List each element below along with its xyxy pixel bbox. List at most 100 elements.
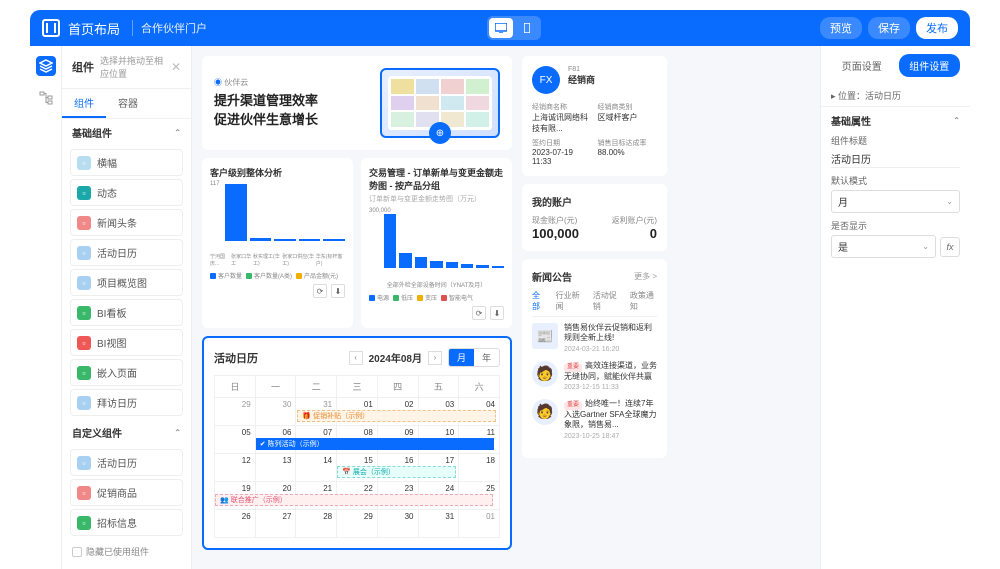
news-item-date: 2023-10-25 18:47: [564, 433, 657, 440]
component-icon: ▫: [77, 216, 91, 230]
banner-illustration: ⊕: [380, 68, 500, 138]
component-item[interactable]: ▫ 横幅: [70, 149, 183, 176]
news-title: 新闻公告: [532, 269, 572, 284]
layers-icon[interactable]: [36, 56, 56, 76]
component-icon: ▫: [77, 186, 91, 200]
component-label: 拜访日历: [97, 395, 137, 410]
news-tab[interactable]: 活动促销: [593, 290, 620, 312]
calendar-widget[interactable]: 活动日历 ‹ 2024年08月 › 月 年 日一二三四五六: [202, 336, 512, 550]
component-icon: ▫: [77, 486, 91, 500]
company-name: 上海诚讯网络科技有限...: [532, 112, 592, 134]
component-label: BI看板: [97, 305, 126, 320]
save-button[interactable]: 保存: [868, 17, 910, 39]
company-type-label: 经销商: [568, 73, 657, 86]
device-toggle: [487, 16, 541, 40]
calendar-title: 活动日历: [214, 350, 258, 366]
news-item-title: 重要始终唯一！连续7年入选Gartner SFA全球魔力象限，销售易...: [564, 399, 657, 431]
component-item[interactable]: ▫活动日历: [70, 239, 183, 266]
publish-button[interactable]: 发布: [916, 17, 958, 39]
news-more-link[interactable]: 更多 >: [634, 271, 657, 282]
tab-widget-settings[interactable]: 组件设置: [899, 54, 961, 77]
chart-refresh-button[interactable]: ⟳: [313, 284, 327, 298]
news-widget[interactable]: 新闻公告 更多 > 全部行业新闻活动促销政策通知 📰销售易伙伴云促销和返利规则全新…: [522, 259, 667, 458]
component-label: 促销商品: [97, 485, 137, 500]
tab-components[interactable]: 组件: [62, 89, 106, 118]
view-month-button[interactable]: 月: [449, 349, 474, 366]
component-label: 嵌入页面: [97, 365, 137, 380]
news-item-title: 重要高效连接渠道，业务无缝协同，赋能伙伴共赢: [564, 361, 657, 382]
prev-month-button[interactable]: ‹: [349, 351, 363, 365]
group-basic-header[interactable]: 基础组件⌃: [62, 119, 191, 146]
component-label: 新闻头条: [97, 215, 137, 230]
left-rail: [30, 46, 62, 569]
component-item[interactable]: ▫BI看板: [70, 299, 183, 326]
component-label: BI视图: [97, 335, 126, 350]
balance-value: 100,000: [532, 226, 579, 241]
tree-icon[interactable]: [36, 88, 56, 108]
breadcrumb: ▸ 位置：活动日历: [821, 85, 970, 107]
hide-used-toggle[interactable]: 隐藏已使用组件: [62, 539, 191, 564]
desktop-view-button[interactable]: [489, 18, 513, 38]
default-mode-select[interactable]: 月⌄: [831, 190, 960, 213]
component-label: 横幅: [97, 155, 117, 170]
news-item[interactable]: 🧑 重要高效连接渠道，业务无缝协同，赋能伙伴共赢 2023-12-15 11:33: [532, 361, 657, 391]
component-icon: ▫: [77, 366, 91, 380]
design-canvas: 伙伴云 提升渠道管理效率 促进伙伴生意增长 ⊕ 客户级别整体分析 117: [192, 46, 820, 569]
fx-button[interactable]: fx: [940, 237, 960, 257]
chart-order-trend[interactable]: 交易管理 - 订单新单与变更金额走势图 - 按产品分组 订单新单与变更金额走势图…: [361, 158, 512, 328]
component-icon: ▫: [77, 276, 91, 290]
component-item[interactable]: ▫BI视图: [70, 329, 183, 356]
news-tab[interactable]: 全部: [532, 290, 546, 312]
news-item[interactable]: 📰销售易伙伴云促销和返利规则全新上线!2024-03-21 16:20: [532, 323, 657, 353]
prop-label: 默认模式: [831, 174, 960, 187]
news-tab[interactable]: 行业新闻: [556, 290, 583, 312]
chart-refresh-button[interactable]: ⟳: [472, 306, 486, 320]
component-item[interactable]: ▫项目概览图: [70, 269, 183, 296]
component-item[interactable]: ▫招标信息: [70, 509, 183, 536]
company-info-widget[interactable]: FX F81 经销商 经销商名称上海诚讯网络科技有限... 经销商类别区域杆客户…: [522, 56, 667, 176]
calendar-grid: 日一二三四五六 2930 31 01🎁促销补贴（示例） 020304 05 06…: [214, 375, 500, 538]
view-year-button[interactable]: 年: [474, 349, 499, 366]
label: 销售目标达成率: [598, 138, 658, 148]
mobile-view-button[interactable]: [515, 18, 539, 38]
label: 经销商名称: [532, 102, 592, 112]
tab-containers[interactable]: 容器: [106, 89, 150, 118]
page-title: 首页布局: [68, 19, 120, 38]
chart-download-button[interactable]: ⬇: [490, 306, 504, 320]
target-rate: 88.00%: [598, 148, 658, 157]
component-item[interactable]: ▫活动日历: [70, 449, 183, 476]
component-icon: ▫: [77, 156, 91, 170]
account-widget[interactable]: 我的账户 现金账户(元)100,000 返利账户(元)0: [522, 184, 667, 251]
next-month-button[interactable]: ›: [428, 351, 442, 365]
group-custom-header[interactable]: 自定义组件⌃: [62, 419, 191, 446]
component-item[interactable]: ▫ 促销商品: [70, 479, 183, 506]
component-item[interactable]: ▫ 嵌入页面: [70, 359, 183, 386]
news-item[interactable]: 🧑重要始终唯一！连续7年入选Gartner SFA全球魔力象限，销售易...20…: [532, 399, 657, 440]
calendar-icon: 📅: [342, 468, 351, 476]
preview-button[interactable]: 预览: [820, 17, 862, 39]
properties-panel: 页面设置 组件设置 ▸ 位置：活动日历 基础属性⌃ 组件标题 默认模式 月⌄ 是…: [820, 46, 970, 569]
chart-subtitle: 订单新单与变更金额走势图（万元）: [369, 194, 504, 204]
rebate-label: 返利账户(元): [612, 215, 657, 226]
prop-group-header[interactable]: 基础属性⌃: [831, 113, 960, 128]
visibility-select[interactable]: 是⌄: [831, 235, 936, 258]
component-label: 活动日历: [97, 245, 137, 260]
banner-line2: 促进伙伴生意增长: [214, 111, 370, 129]
y-axis-tick: 117: [210, 181, 220, 187]
component-item[interactable]: ▫ 新闻头条: [70, 209, 183, 236]
close-icon[interactable]: ✕: [171, 60, 181, 74]
news-thumb: 📰: [532, 323, 558, 349]
chart-download-button[interactable]: ⬇: [331, 284, 345, 298]
component-item[interactable]: ▫拜访日历: [70, 389, 183, 416]
chart-title: 客户级别整体分析: [210, 166, 345, 179]
news-tab[interactable]: 政策通知: [630, 290, 657, 312]
news-item-date: 2023-12-15 11:33: [564, 384, 657, 391]
chart-customer-analysis[interactable]: 客户级别整体分析 117 宁河国庆...张家口华工秋实理工(华工)张家口供应(华…: [202, 158, 353, 328]
banner-widget[interactable]: 伙伴云 提升渠道管理效率 促进伙伴生意增长 ⊕: [202, 56, 512, 150]
tab-page-settings[interactable]: 页面设置: [831, 54, 893, 77]
avatar-icon: 🧑: [532, 361, 558, 387]
widget-title-input[interactable]: [831, 150, 960, 168]
company-logo: FX: [532, 66, 560, 94]
calendar-month: 2024年08月: [369, 350, 422, 365]
component-item[interactable]: ▫动态: [70, 179, 183, 206]
